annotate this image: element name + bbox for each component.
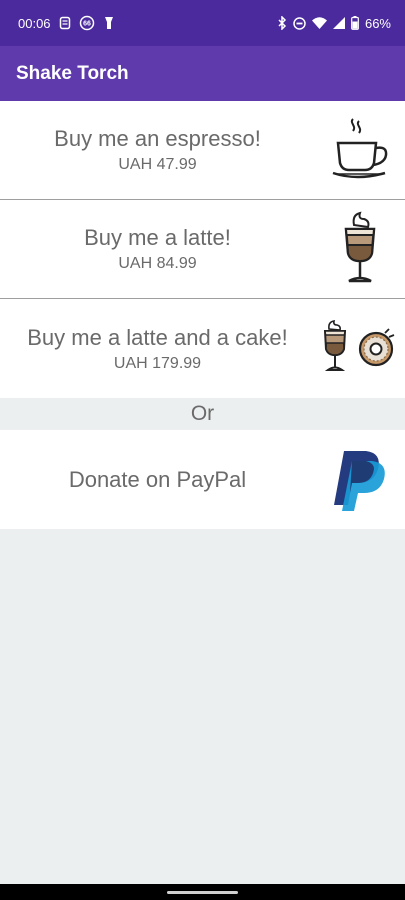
cellular-signal-icon <box>332 17 345 29</box>
item-title: Buy me a latte! <box>84 225 231 250</box>
donut-icon <box>358 327 395 366</box>
latte-and-donut-icon <box>315 299 405 398</box>
or-label: Or <box>190 402 215 425</box>
notification-badge-text: 66 <box>83 21 91 28</box>
navigation-bar <box>0 884 405 900</box>
bluetooth-icon <box>278 16 287 30</box>
item-price: UAH 47.99 <box>118 156 197 173</box>
screenshot-notification-icon <box>59 16 70 30</box>
item-price: UAH 179.99 <box>113 354 202 372</box>
app-bar: Shake Torch <box>0 46 405 101</box>
do-not-disturb-icon <box>293 16 306 30</box>
battery-icon <box>351 16 359 30</box>
donate-paypal-item[interactable]: Donate on PayPal <box>0 430 405 529</box>
battery-percentage: 66% <box>364 15 391 31</box>
latte-text: Buy me a latte! UAH 84.99 <box>0 225 315 273</box>
donation-list: Buy me an espresso! UAH 47.99 Buy me a l… <box>0 101 405 529</box>
status-left: 00:06 66 <box>18 15 115 31</box>
status-time: 00:06 <box>18 15 51 31</box>
item-price: UAH 84.99 <box>118 255 197 272</box>
item-title: Buy me an espresso! <box>54 126 261 151</box>
paypal-text: Donate on PayPal <box>0 467 315 493</box>
latte-item[interactable]: Buy me a latte! UAH 84.99 <box>0 200 405 299</box>
torch-notification-icon <box>104 17 113 29</box>
status-right: 66% <box>277 16 391 31</box>
home-gesture-handle[interactable] <box>167 891 238 894</box>
item-title: Buy me a latte and a cake! <box>27 324 288 350</box>
paypal-label: Donate on PayPal <box>68 466 247 492</box>
paypal-icon <box>315 430 405 529</box>
latte-glass-icon <box>315 200 405 299</box>
espresso-cup-icon <box>315 101 405 200</box>
small-latte-icon <box>323 319 347 371</box>
wifi-icon <box>311 17 327 29</box>
app-title: Shake Torch <box>16 62 129 84</box>
notification-badge-icon: 66 <box>79 15 94 31</box>
latte-and-cake-text: Buy me a latte and a cake! UAH 179.99 <box>0 325 315 373</box>
or-divider: Or <box>0 398 405 430</box>
espresso-item[interactable]: Buy me an espresso! UAH 47.99 <box>0 101 405 200</box>
espresso-text: Buy me an espresso! UAH 47.99 <box>0 126 315 174</box>
status-bar: 00:06 66 66% <box>0 0 405 46</box>
latte-and-cake-item[interactable]: Buy me a latte and a cake! UAH 179.99 <box>0 299 405 398</box>
